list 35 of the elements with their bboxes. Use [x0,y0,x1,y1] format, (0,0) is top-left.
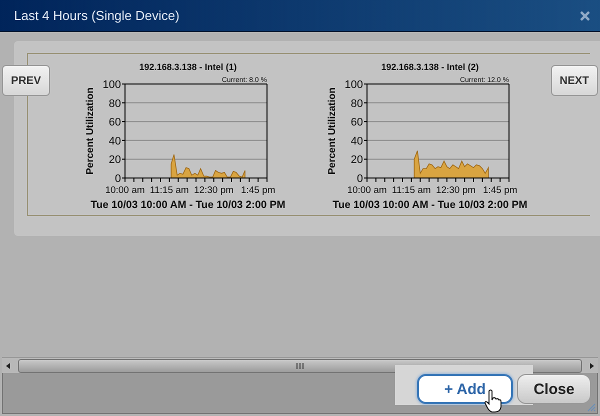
x-tick-label: 10:00 am [347,185,387,196]
y-tick-label: 0 [114,173,121,185]
x-tick-label: 1:45 pm [240,185,276,196]
time-range-label: Tue 10/03 10:00 AM - Tue 10/03 2:00 PM [90,199,286,211]
y-tick-label: 60 [350,116,363,129]
next-button[interactable]: NEXT [550,65,598,96]
x-tick-label: 1:45 pm [482,185,518,196]
y-tick-label: 80 [350,98,363,110]
dialog-title: Last 4 Hours (Single Device) [14,8,180,23]
x-tick-label: 12:30 pm [436,185,476,196]
y-tick-label: 80 [108,98,121,110]
y-tick-label: 40 [108,135,121,148]
y-tick-label: 100 [344,79,363,91]
time-range-label: Tue 10/03 10:00 AM - Tue 10/03 2:00 PM [332,199,528,211]
chart-title: 192.168.3.138 - Intel (1) [139,62,237,72]
close-icon[interactable] [580,10,590,20]
y-tick-label: 20 [108,154,121,166]
add-button[interactable]: + Add [417,374,513,404]
x-tick-label: 11:15 am [392,185,431,196]
close-button[interactable]: Close [517,374,591,404]
x-tick-label: 10:00 am [105,185,145,196]
y-tick-label: 100 [102,79,121,91]
y-tick-label: 20 [350,154,363,166]
chart-title: 192.168.3.138 - Intel (2) [381,62,479,72]
x-tick-label: 12:30 pm [194,185,234,196]
grip-icon [296,362,304,368]
prev-button[interactable]: PREV [2,65,50,96]
y-tick-label: 0 [356,173,363,185]
y-tick-label: 60 [108,116,121,129]
y-axis-label: Percent Utilization [85,87,96,175]
x-tick-label: 11:15 am [150,185,189,196]
hand-cursor-icon [483,389,503,413]
y-axis-label: Percent Utilization [327,87,338,175]
y-tick-label: 40 [350,135,363,148]
resize-grip-icon[interactable] [586,402,596,412]
